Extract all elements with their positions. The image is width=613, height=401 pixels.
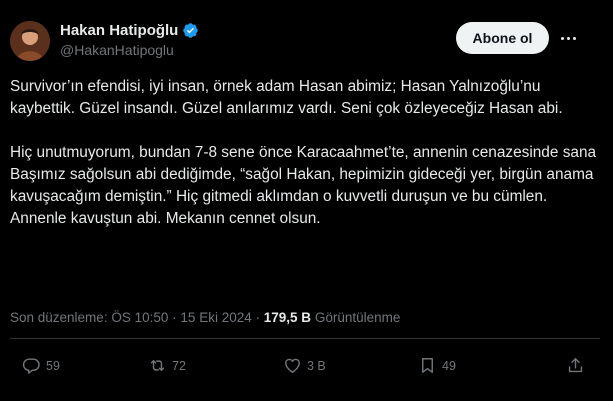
follow-button[interactable]: Abone ol bbox=[456, 22, 549, 54]
bookmark-count: 49 bbox=[442, 358, 456, 373]
avatar[interactable] bbox=[10, 21, 50, 61]
display-name-row: Hakan Hatipoğlu bbox=[60, 22, 199, 39]
divider bbox=[10, 338, 600, 339]
tweet-meta: Son düzenleme: ÖS 10:50 · 15 Eki 2024 · … bbox=[10, 310, 400, 325]
reply-button[interactable]: 59 bbox=[22, 356, 60, 375]
tweet-text: Survivor’ın efendisi, iyi insan, örnek a… bbox=[10, 76, 600, 230]
views-count: 179,5 B bbox=[263, 310, 312, 325]
repost-count: 72 bbox=[172, 358, 186, 373]
like-count: 3 B bbox=[307, 358, 326, 373]
more-options-icon[interactable] bbox=[558, 28, 578, 48]
meta-separator: · bbox=[172, 310, 177, 325]
verified-badge-icon bbox=[182, 22, 199, 39]
reply-icon bbox=[22, 358, 40, 374]
avatar-image bbox=[10, 21, 50, 61]
tweet-time[interactable]: ÖS 10:50 bbox=[111, 310, 168, 325]
share-button[interactable] bbox=[566, 356, 585, 375]
tweet-paragraph: Hiç unutmuyorum, bundan 7-8 sene önce Ka… bbox=[10, 144, 597, 227]
author-handle[interactable]: @HakanHatipoglu bbox=[60, 42, 199, 58]
tweet-header: Hakan Hatipoğlu @HakanHatipoglu Abone ol bbox=[10, 20, 603, 64]
repost-button[interactable]: 72 bbox=[148, 356, 186, 375]
tweet-date[interactable]: 15 Eki 2024 bbox=[180, 310, 251, 325]
bookmark-button[interactable]: 49 bbox=[418, 356, 456, 375]
share-icon bbox=[568, 358, 583, 373]
heart-icon bbox=[285, 358, 300, 373]
views-label: Görüntülenme bbox=[314, 310, 401, 325]
bookmark-icon bbox=[422, 358, 433, 373]
reply-count: 59 bbox=[46, 358, 60, 373]
author-names: Hakan Hatipoğlu @HakanHatipoglu bbox=[60, 22, 199, 58]
action-bar: 59 72 3 B 49 bbox=[10, 356, 600, 382]
meta-separator: · bbox=[255, 310, 261, 325]
tweet-paragraph: Survivor’ın efendisi, iyi insan, örnek a… bbox=[10, 78, 563, 117]
like-button[interactable]: 3 B bbox=[283, 356, 326, 375]
repost-icon bbox=[150, 360, 165, 371]
display-name[interactable]: Hakan Hatipoğlu bbox=[60, 22, 178, 39]
edited-label[interactable]: Son düzenleme: bbox=[10, 310, 108, 325]
